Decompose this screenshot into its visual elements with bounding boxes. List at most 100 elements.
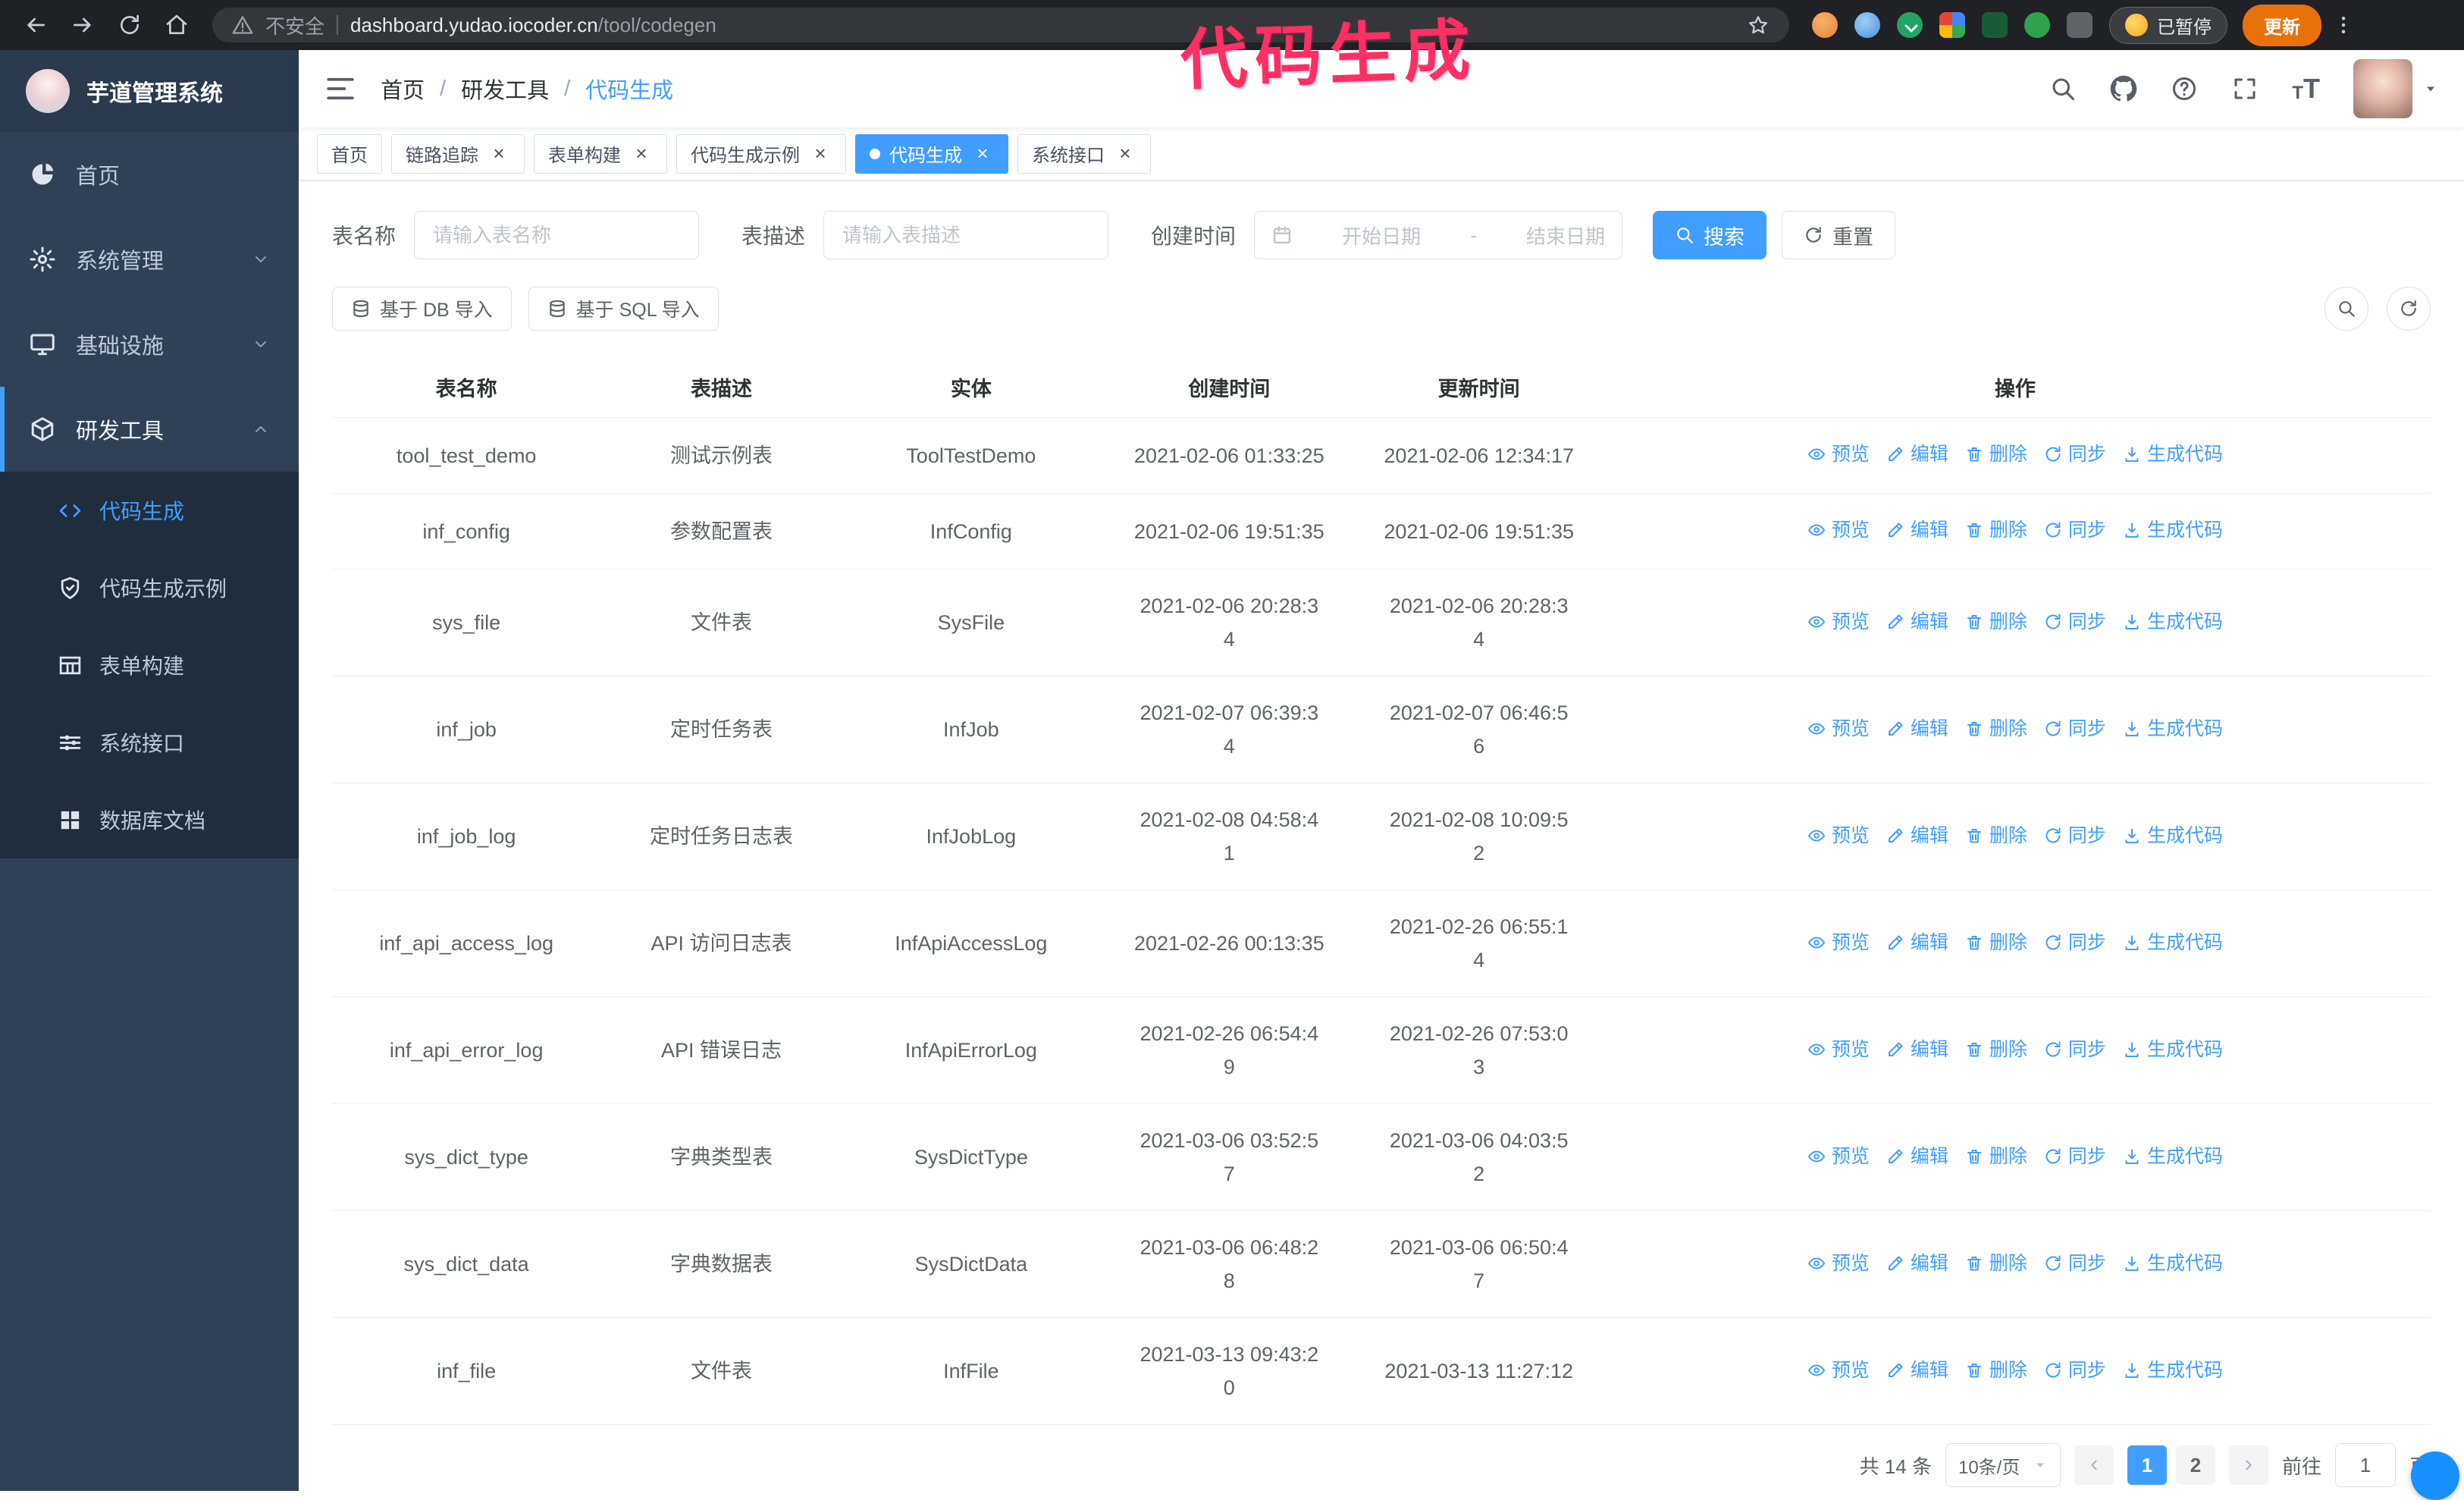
sync-link[interactable]: 同步 [2044,513,2106,547]
import-db-button[interactable]: 基于 DB 导入 [332,287,512,331]
page-button-1[interactable]: 1 [2127,1445,2167,1485]
generate-code-link[interactable]: 生成代码 [2123,1140,2223,1173]
prev-page-button[interactable] [2074,1445,2114,1485]
sidebar-subitem-system-api[interactable]: 系统接口 [0,704,299,781]
delete-link[interactable]: 删除 [1965,438,2027,471]
breadcrumb-devtools[interactable]: 研发工具 [461,73,549,105]
hamburger-icon[interactable] [324,73,356,105]
user-menu[interactable] [2353,59,2438,118]
sync-link[interactable]: 同步 [2044,712,2106,745]
generate-code-link[interactable]: 生成代码 [2123,1354,2223,1387]
extension-icon[interactable] [1982,12,2008,38]
sync-link[interactable]: 同步 [2044,926,2106,959]
next-page-button[interactable] [2228,1445,2268,1485]
sidebar-item-home[interactable]: 首页 [0,132,299,217]
sidebar-subitem-codegen[interactable]: 代码生成 [0,472,299,549]
sidebar-subitem-form-builder[interactable]: 表单构建 [0,626,299,704]
import-sql-button[interactable]: 基于 SQL 导入 [528,287,719,331]
sync-link[interactable]: 同步 [2044,1354,2106,1387]
tab-home[interactable]: 首页 [317,133,382,174]
github-icon[interactable] [2110,75,2137,102]
generate-code-link[interactable]: 生成代码 [2123,712,2223,745]
preview-link[interactable]: 预览 [1807,712,1870,745]
delete-link[interactable]: 删除 [1965,819,2027,852]
sync-link[interactable]: 同步 [2044,1033,2106,1066]
security-label[interactable]: 不安全 [265,11,324,39]
refresh-table-button[interactable] [2387,287,2431,331]
edit-link[interactable]: 编辑 [1886,1354,1948,1387]
header-search-icon[interactable] [2049,75,2077,102]
preview-link[interactable]: 预览 [1807,1354,1870,1387]
sync-link[interactable]: 同步 [2044,1247,2106,1280]
tab-form-builder[interactable]: 表单构建 [534,133,667,174]
generate-code-link[interactable]: 生成代码 [2123,1033,2223,1066]
bookmark-star-icon[interactable] [1747,14,1770,36]
goto-page-input[interactable] [2334,1443,2396,1487]
sync-link[interactable]: 同步 [2044,819,2106,852]
extension-icon[interactable] [1812,12,1838,38]
table-name-input[interactable] [414,211,700,259]
reset-button[interactable]: 重置 [1782,211,1896,259]
app-logo[interactable]: 芋道管理系统 [0,50,299,132]
sidebar-subitem-codegen-example[interactable]: 代码生成示例 [0,549,299,626]
generate-code-link[interactable]: 生成代码 [2123,513,2223,547]
sidebar-item-dev-tools[interactable]: 研发工具 [0,387,299,472]
back-button[interactable] [14,3,58,47]
preview-link[interactable]: 预览 [1807,819,1870,852]
delete-link[interactable]: 删除 [1965,926,2027,959]
edit-link[interactable]: 编辑 [1886,819,1948,852]
sync-link[interactable]: 同步 [2044,1140,2106,1173]
search-button[interactable]: 搜索 [1653,211,1767,259]
page-size-select[interactable]: 10条/页 [1945,1443,2061,1487]
sync-link[interactable]: 同步 [2044,438,2106,471]
close-icon[interactable] [487,143,510,165]
generate-code-link[interactable]: 生成代码 [2123,1247,2223,1280]
edit-link[interactable]: 编辑 [1886,712,1948,745]
generate-code-link[interactable]: 生成代码 [2123,605,2223,639]
edit-link[interactable]: 编辑 [1886,1140,1948,1173]
address-bar[interactable]: 不安全 dashboard.yudao.iocoder.cn/tool/code… [212,8,1789,42]
preview-link[interactable]: 预览 [1807,1247,1870,1280]
help-icon[interactable] [2171,75,2198,102]
sidebar-item-system[interactable]: 系统管理 [0,217,299,302]
puzzle-extension-icon[interactable] [2067,12,2093,38]
tab-codegen-example[interactable]: 代码生成示例 [676,133,846,174]
edit-link[interactable]: 编辑 [1886,513,1948,547]
preview-link[interactable]: 预览 [1807,605,1870,639]
extension-icon[interactable] [1939,12,1965,38]
extension-icon[interactable] [1897,12,1923,38]
edit-link[interactable]: 编辑 [1886,1247,1948,1280]
preview-link[interactable]: 预览 [1807,1140,1870,1173]
edit-link[interactable]: 编辑 [1886,1033,1948,1066]
home-button[interactable] [155,3,199,47]
update-button[interactable]: 更新 [2243,4,2321,46]
delete-link[interactable]: 删除 [1965,1247,2027,1280]
tab-tracer[interactable]: 链路追踪 [391,133,525,174]
generate-code-link[interactable]: 生成代码 [2123,819,2223,852]
avatar[interactable] [2353,59,2412,118]
profile-paused-badge[interactable]: 已暂停 [2109,6,2227,44]
edit-link[interactable]: 编辑 [1886,926,1948,959]
generate-code-link[interactable]: 生成代码 [2123,438,2223,471]
table-desc-input[interactable] [823,211,1109,259]
extension-icon[interactable] [1854,12,1880,38]
preview-link[interactable]: 预览 [1807,1033,1870,1066]
edit-link[interactable]: 编辑 [1886,605,1948,639]
toggle-search-button[interactable] [2324,287,2368,331]
tab-codegen[interactable]: 代码生成 [855,133,1008,174]
preview-link[interactable]: 预览 [1807,513,1870,547]
delete-link[interactable]: 删除 [1965,712,2027,745]
close-icon[interactable] [809,143,832,165]
extension-icon[interactable] [2024,12,2050,38]
fullscreen-icon[interactable] [2231,75,2259,102]
create-time-range-picker[interactable]: 开始日期 - 结束日期 [1254,211,1623,259]
delete-link[interactable]: 删除 [1965,605,2027,639]
generate-code-link[interactable]: 生成代码 [2123,926,2223,959]
close-icon[interactable] [971,143,994,165]
sidebar-subitem-db-doc[interactable]: 数据库文档 [0,781,299,858]
feedback-bubble[interactable] [2411,1451,2459,1500]
preview-link[interactable]: 预览 [1807,926,1870,959]
delete-link[interactable]: 删除 [1965,1140,2027,1173]
sidebar-item-infra[interactable]: 基础设施 [0,302,299,387]
delete-link[interactable]: 删除 [1965,1033,2027,1066]
